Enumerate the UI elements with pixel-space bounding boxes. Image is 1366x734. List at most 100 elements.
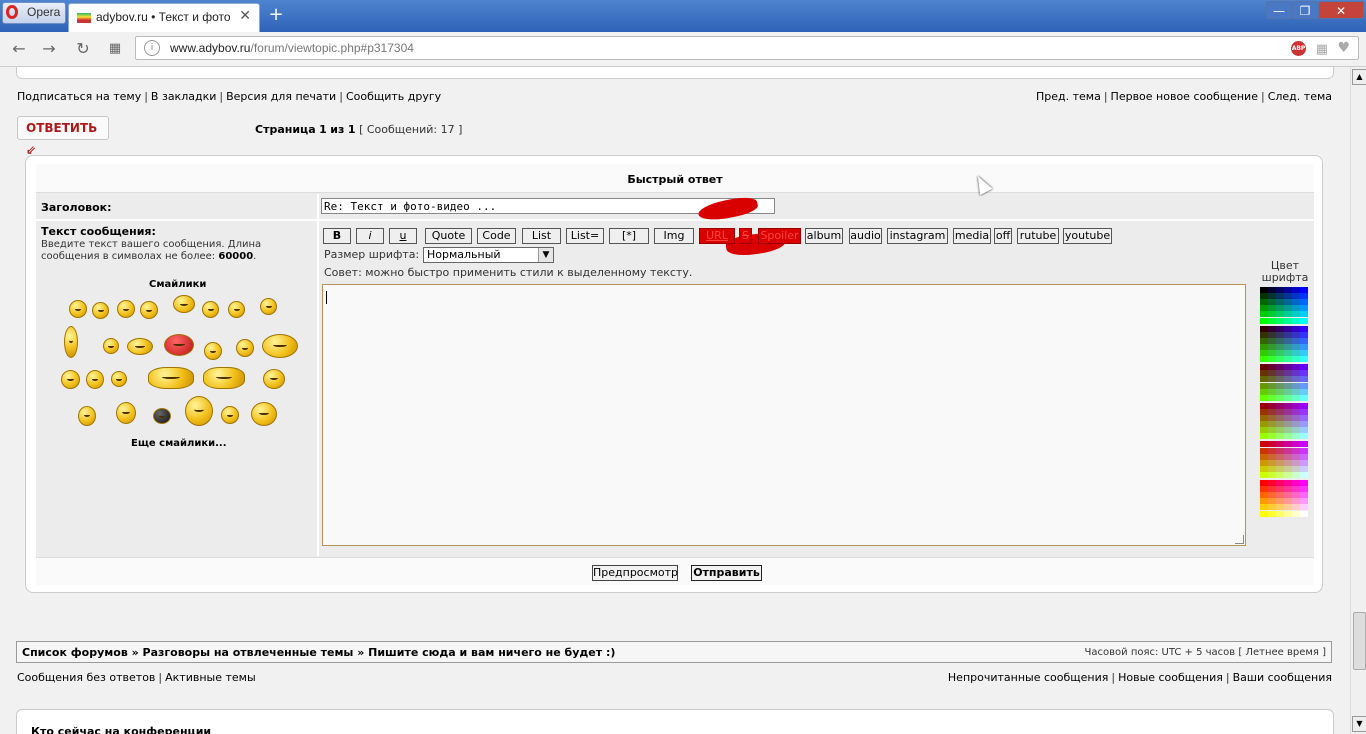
smiley-icon[interactable] xyxy=(69,300,87,318)
color-swatch[interactable] xyxy=(1292,492,1300,499)
bbcode-spoiler-button[interactable]: Spoiler xyxy=(758,228,801,244)
bbcode-img-button[interactable]: Img xyxy=(654,228,694,244)
new-tab-button[interactable]: + xyxy=(264,4,288,26)
bbcode-quote-button[interactable]: Quote xyxy=(425,228,472,244)
color-swatch[interactable] xyxy=(1260,492,1268,499)
smiley-icon[interactable] xyxy=(204,342,222,360)
color-swatch[interactable] xyxy=(1292,421,1300,428)
color-swatch[interactable] xyxy=(1292,394,1300,401)
color-swatch[interactable] xyxy=(1260,480,1268,486)
color-swatch[interactable] xyxy=(1292,317,1300,324)
color-swatch[interactable] xyxy=(1268,364,1276,371)
color-swatch[interactable] xyxy=(1300,433,1308,440)
color-swatch[interactable] xyxy=(1276,311,1284,318)
color-swatch[interactable] xyxy=(1268,325,1276,332)
color-swatch[interactable] xyxy=(1260,504,1268,511)
address-bar[interactable]: i www.adybov.ru/forum/viewtopic.php#p317… xyxy=(135,36,1359,60)
more-smilies-link[interactable]: Еще смайлики... xyxy=(131,438,227,449)
color-swatch[interactable] xyxy=(1276,415,1284,421)
smiley-icon[interactable] xyxy=(117,300,135,318)
send-button[interactable]: Отправить xyxy=(691,565,762,581)
color-swatch[interactable] xyxy=(1260,394,1268,401)
color-swatch[interactable] xyxy=(1300,459,1308,466)
color-swatch[interactable] xyxy=(1260,293,1268,300)
smiley-icon[interactable] xyxy=(103,338,119,354)
color-swatch[interactable] xyxy=(1300,402,1308,409)
browser-tab-active[interactable]: adybov.ru • Текст и фото ✕ xyxy=(68,3,260,32)
color-swatch[interactable] xyxy=(1276,356,1284,363)
color-swatch[interactable] xyxy=(1268,388,1276,395)
color-swatch[interactable] xyxy=(1260,388,1268,395)
color-swatch[interactable] xyxy=(1276,471,1284,478)
smiley-icon[interactable] xyxy=(64,326,78,358)
preview-button[interactable]: Предпросмотр xyxy=(592,565,678,581)
bbcode-b-button[interactable]: B xyxy=(323,228,351,244)
color-swatch[interactable] xyxy=(1300,331,1308,338)
color-swatch[interactable] xyxy=(1276,364,1284,371)
bbcode-list-button[interactable]: List xyxy=(522,228,561,244)
color-swatch[interactable] xyxy=(1276,376,1284,383)
reload-icon[interactable]: ↻ xyxy=(72,38,94,60)
color-swatch[interactable] xyxy=(1276,441,1284,448)
color-swatch[interactable] xyxy=(1260,486,1268,493)
color-swatch[interactable] xyxy=(1268,480,1276,486)
color-swatch[interactable] xyxy=(1300,447,1308,454)
color-swatch[interactable] xyxy=(1300,382,1308,389)
bbcode-u-button[interactable]: u xyxy=(389,228,417,244)
color-swatch[interactable] xyxy=(1276,325,1284,332)
color-swatch[interactable] xyxy=(1300,394,1308,401)
scroll-up-icon[interactable]: ▲ xyxy=(1352,69,1366,85)
color-swatch[interactable] xyxy=(1276,337,1284,344)
color-swatch[interactable] xyxy=(1292,370,1300,377)
color-swatch[interactable] xyxy=(1260,311,1268,318)
color-swatch[interactable] xyxy=(1292,447,1300,454)
color-swatch[interactable] xyxy=(1292,510,1300,517)
color-swatch[interactable] xyxy=(1292,498,1300,505)
color-swatch[interactable] xyxy=(1284,299,1292,306)
color-swatch[interactable] xyxy=(1284,447,1292,454)
color-swatch[interactable] xyxy=(1276,402,1284,409)
bbcode-i-button[interactable]: i xyxy=(356,228,384,244)
forward-arrow-icon[interactable]: → xyxy=(38,38,60,60)
color-swatch[interactable] xyxy=(1300,504,1308,511)
color-swatch[interactable] xyxy=(1260,415,1268,421)
color-swatch[interactable] xyxy=(1300,486,1308,493)
color-swatch[interactable] xyxy=(1268,441,1276,448)
color-swatch[interactable] xyxy=(1260,408,1268,415)
color-swatch[interactable] xyxy=(1276,382,1284,389)
adblock-icon[interactable]: ABP xyxy=(1291,41,1306,56)
smiley-icon[interactable] xyxy=(92,302,109,319)
smiley-icon[interactable] xyxy=(260,298,277,315)
color-swatch[interactable] xyxy=(1268,370,1276,377)
smiley-icon[interactable] xyxy=(236,339,254,357)
color-swatch[interactable] xyxy=(1284,402,1292,409)
color-swatch[interactable] xyxy=(1284,492,1292,499)
color-swatch[interactable] xyxy=(1268,433,1276,440)
color-swatch[interactable] xyxy=(1276,343,1284,350)
resize-grip-icon[interactable] xyxy=(1235,535,1244,544)
color-swatch[interactable] xyxy=(1268,465,1276,472)
color-swatch[interactable] xyxy=(1276,317,1284,324)
color-swatch[interactable] xyxy=(1268,311,1276,318)
reply-button[interactable]: ОТВЕТИТЬ ⇙ xyxy=(17,116,109,157)
bbcode-media-button[interactable]: media xyxy=(953,228,991,244)
color-swatch[interactable] xyxy=(1284,421,1292,428)
color-swatch[interactable] xyxy=(1284,331,1292,338)
color-swatch[interactable] xyxy=(1292,441,1300,448)
color-swatch[interactable] xyxy=(1260,299,1268,306)
color-swatch[interactable] xyxy=(1260,453,1268,460)
color-swatch[interactable] xyxy=(1292,287,1300,293)
bbcode-item-button[interactable]: [*] xyxy=(609,228,649,244)
color-swatch[interactable] xyxy=(1292,415,1300,421)
color-swatch[interactable] xyxy=(1284,376,1292,383)
color-swatch[interactable] xyxy=(1268,317,1276,324)
color-swatch[interactable] xyxy=(1292,486,1300,493)
color-swatch[interactable] xyxy=(1284,504,1292,511)
color-swatch[interactable] xyxy=(1268,293,1276,300)
color-swatch[interactable] xyxy=(1268,337,1276,344)
color-swatch[interactable] xyxy=(1276,388,1284,395)
color-swatch[interactable] xyxy=(1268,447,1276,454)
color-swatch[interactable] xyxy=(1284,388,1292,395)
smiley-icon[interactable] xyxy=(140,301,158,319)
color-swatch[interactable] xyxy=(1300,317,1308,324)
